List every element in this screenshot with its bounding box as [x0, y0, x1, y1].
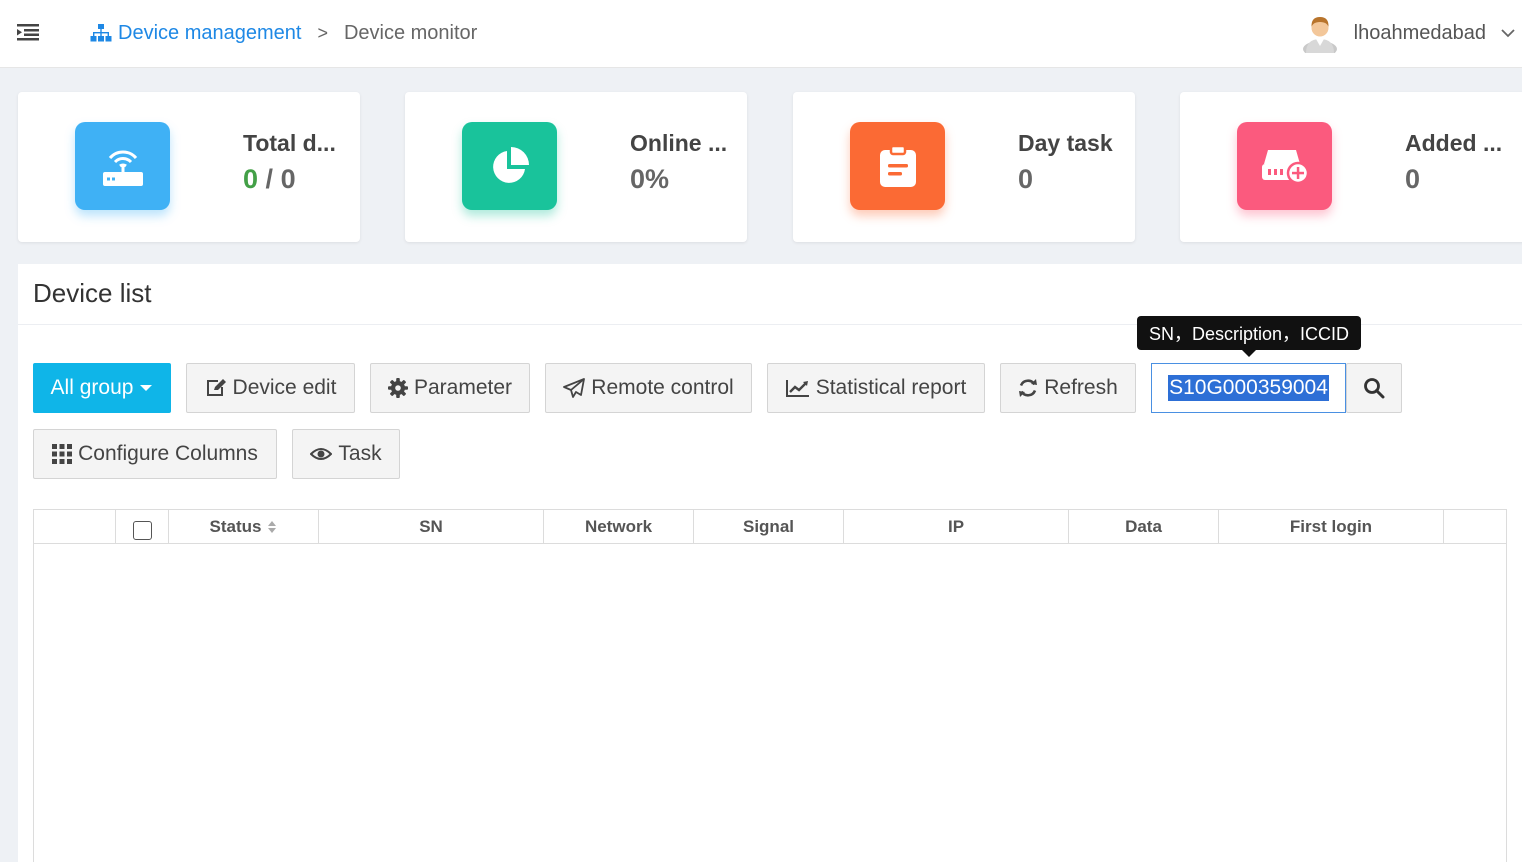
device-list-panel: Device list SN，Description，ICCID All gro… — [18, 264, 1522, 862]
column-header-ip[interactable]: IP — [844, 510, 1069, 544]
refresh-button[interactable]: Refresh — [1000, 363, 1136, 413]
eye-icon — [310, 448, 333, 460]
column-label: SN — [419, 517, 443, 536]
breadcrumb: Device management > Device monitor — [90, 19, 477, 47]
table-body — [34, 545, 1506, 862]
value-separator: / — [265, 164, 274, 194]
column-label: Signal — [742, 517, 794, 536]
card-day-task: Day task 0 — [793, 92, 1135, 242]
parameter-button[interactable]: Parameter — [370, 363, 530, 413]
line-chart-icon — [785, 380, 809, 397]
device-edit-button[interactable]: Device edit — [186, 363, 355, 413]
column-header-data[interactable]: Data — [1069, 510, 1219, 544]
chevron-down-icon[interactable] — [1500, 28, 1516, 38]
task-button[interactable]: Task — [292, 429, 400, 479]
task-label: Task — [338, 442, 382, 465]
remote-control-label: Remote control — [591, 376, 734, 399]
refresh-icon — [1019, 379, 1038, 397]
select-all-checkbox[interactable] — [132, 520, 152, 540]
card-title: Total d... — [243, 130, 336, 156]
search-button[interactable] — [1346, 363, 1402, 413]
column-header-network[interactable]: Network — [544, 510, 694, 544]
user-menu[interactable]: lhoahmedabad — [1302, 12, 1522, 54]
column-header-status[interactable]: Status — [169, 510, 319, 544]
column-label: IP — [947, 517, 965, 536]
card-value: 0% — [630, 164, 670, 194]
all-group-label: All group — [50, 376, 134, 399]
column-label: Network — [584, 517, 653, 536]
card-title: Online ... — [630, 130, 728, 156]
breadcrumb-separator: > — [317, 22, 328, 43]
table-header: Status SN Network Signal IP Data First l… — [34, 510, 1506, 544]
search-tooltip: SN，Description，ICCID — [1137, 316, 1361, 357]
column-header-sn[interactable]: SN — [319, 510, 544, 544]
column-header-signal[interactable]: Signal — [694, 510, 844, 544]
search-input-value[interactable]: S10G000359004 — [1168, 375, 1329, 401]
avatar — [1302, 17, 1337, 53]
header-blank-cell — [34, 510, 116, 544]
card-added-devices: Added ... 0 — [1180, 92, 1522, 242]
device-edit-label: Device edit — [232, 376, 337, 399]
configure-columns-button[interactable]: Configure Columns — [33, 429, 277, 479]
card-total-devices: Total d... 0 / 0 — [18, 92, 360, 242]
all-group-button[interactable]: All group — [33, 363, 171, 413]
caret-down-icon — [140, 385, 153, 391]
configure-columns-label: Configure Columns — [78, 442, 258, 465]
paper-plane-icon — [563, 378, 586, 398]
grid-icon — [52, 444, 73, 464]
statistical-report-label: Statistical report — [815, 376, 967, 399]
search-input[interactable]: S10G000359004 — [1151, 363, 1346, 413]
remote-control-button[interactable]: Remote control — [545, 363, 752, 413]
statistical-report-button[interactable]: Statistical report — [767, 363, 985, 413]
gear-icon — [387, 378, 408, 398]
menu-toggle-icon[interactable] — [17, 22, 41, 42]
panel-title: Device list — [33, 278, 152, 308]
add-device-icon — [1237, 122, 1332, 210]
top-bar: Device management > Device monitor lhoah… — [0, 0, 1522, 68]
username[interactable]: lhoahmedabad — [1354, 22, 1486, 45]
search-icon — [1364, 378, 1385, 399]
card-title: Added ... — [1405, 130, 1503, 156]
column-label: Status — [209, 517, 262, 536]
parameter-label: Parameter — [413, 376, 513, 399]
sitemap-icon — [90, 24, 112, 42]
breadcrumb-device-management[interactable]: Device management — [90, 22, 301, 45]
card-value: 0 / 0 — [243, 164, 296, 195]
device-table: Status SN Network Signal IP Data First l… — [33, 509, 1507, 862]
pie-chart-icon — [462, 122, 557, 210]
card-value: 0 — [1018, 164, 1034, 194]
sort-icon[interactable] — [267, 520, 277, 534]
card-online-rate: Online ... 0% — [405, 92, 747, 242]
edit-icon — [206, 379, 226, 396]
card-value: 0 — [1405, 164, 1421, 194]
column-header-first-login[interactable]: First login — [1219, 510, 1444, 544]
breadcrumb-parent-label[interactable]: Device management — [118, 22, 301, 45]
refresh-label: Refresh — [1044, 376, 1118, 399]
breadcrumb-current: Device monitor — [343, 21, 478, 44]
router-icon — [75, 122, 170, 210]
total-count: 0 — [280, 164, 296, 194]
clipboard-icon — [850, 122, 945, 210]
card-title: Day task — [1018, 130, 1113, 156]
column-label: First login — [1289, 517, 1373, 536]
column-label: Data — [1125, 517, 1162, 536]
header-select-cell — [116, 510, 169, 544]
online-count: 0 — [243, 164, 259, 194]
